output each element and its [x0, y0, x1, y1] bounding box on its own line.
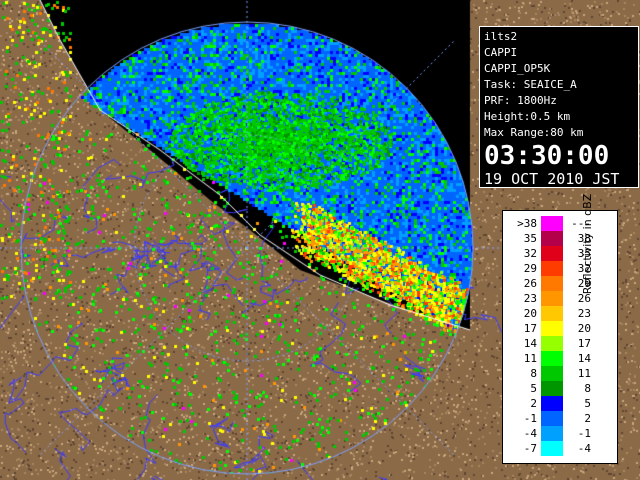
max-range-value: Max Range:80 km: [484, 126, 584, 139]
legend-row: 35 38: [503, 231, 619, 246]
legend-lower-bound: 17: [523, 322, 537, 335]
legend-row: >38 ---: [503, 216, 619, 231]
height-value: Height:0.5 km: [484, 110, 571, 123]
legend-row: 26 29: [503, 276, 619, 291]
legend-row: -1 2: [503, 411, 619, 426]
info-panel: ilts2 CAPPI CAPPI_OP5K Task: SEAICE_A PR…: [479, 26, 639, 188]
legend-lower-bound: 5: [530, 382, 537, 395]
legend-swatch: [541, 306, 563, 321]
legend-title: Reflectivity in dBZ: [581, 193, 594, 295]
legend-row: 17 20: [503, 321, 619, 336]
radar-display: ilts2 CAPPI CAPPI_OP5K Task: SEAICE_A PR…: [0, 0, 640, 480]
legend-lower-bound: 11: [523, 352, 537, 365]
product-code: CAPPI_OP5K: [484, 62, 551, 75]
legend-row: 32 35: [503, 246, 619, 261]
legend-upper-bound: 2: [584, 412, 591, 425]
observation-date: 19 OCT 2010 JST: [484, 170, 620, 188]
legend-row: 14 17: [503, 336, 619, 351]
legend-lower-bound: 35: [523, 232, 537, 245]
legend-swatch: [541, 321, 563, 336]
legend-swatch: [541, 246, 563, 261]
legend-row: -7 -4: [503, 441, 619, 456]
legend-row: 29 32: [503, 261, 619, 276]
legend-upper-bound: 14: [577, 352, 591, 365]
legend-row: 8 11: [503, 366, 619, 381]
legend-lower-bound: -4: [523, 427, 537, 440]
legend-lower-bound: 14: [523, 337, 537, 350]
legend-upper-bound: -1: [577, 427, 591, 440]
legend-swatch: [541, 366, 563, 381]
station-name: ilts2: [484, 30, 518, 43]
legend-lower-bound: 2: [530, 397, 537, 410]
legend-swatch: [541, 216, 563, 231]
legend-upper-bound: -4: [577, 442, 591, 455]
legend-upper-bound: 5: [584, 397, 591, 410]
legend-upper-bound: 17: [577, 337, 591, 350]
legend-swatch: [541, 276, 563, 291]
color-legend: >38 --- 35 38 32 35 29 32 26 29 23 26 20 23 17 20 14 17 11…: [502, 194, 619, 464]
legend-row: -4 -1: [503, 426, 619, 441]
legend-row: 11 14: [503, 351, 619, 366]
legend-row: 23 26: [503, 291, 619, 306]
legend-lower-bound: 8: [530, 367, 537, 380]
legend-lower-bound: 29: [523, 262, 537, 275]
legend-swatch: [541, 381, 563, 396]
legend-lower-bound: >38: [517, 217, 537, 230]
legend-row: 58: [503, 381, 619, 396]
legend-swatch: [541, 411, 563, 426]
legend-lower-bound: 20: [523, 307, 537, 320]
observation-time: 03:30:00: [484, 141, 610, 171]
legend-swatch: [541, 231, 563, 246]
legend-lower-bound: -1: [523, 412, 537, 425]
legend-swatch: [541, 261, 563, 276]
legend-lower-bound: 23: [523, 292, 537, 305]
legend-row: 25: [503, 396, 619, 411]
legend-upper-bound: 11: [577, 367, 591, 380]
product-name: CAPPI: [484, 46, 518, 59]
legend-swatch: [541, 291, 563, 306]
legend-upper-bound: 8: [584, 382, 591, 395]
legend-lower-bound: 32: [523, 247, 537, 260]
legend-swatch: [541, 336, 563, 351]
legend-lower-bound: 26: [523, 277, 537, 290]
legend-swatch: [541, 441, 563, 456]
prf-value: PRF: 1800Hz: [484, 94, 557, 107]
legend-row: 20 23: [503, 306, 619, 321]
legend-swatch: [541, 426, 563, 441]
legend-lower-bound: -7: [523, 442, 537, 455]
task-name: Task: SEAICE_A: [484, 78, 577, 91]
legend-swatch: [541, 351, 563, 366]
legend-swatch: [541, 396, 563, 411]
